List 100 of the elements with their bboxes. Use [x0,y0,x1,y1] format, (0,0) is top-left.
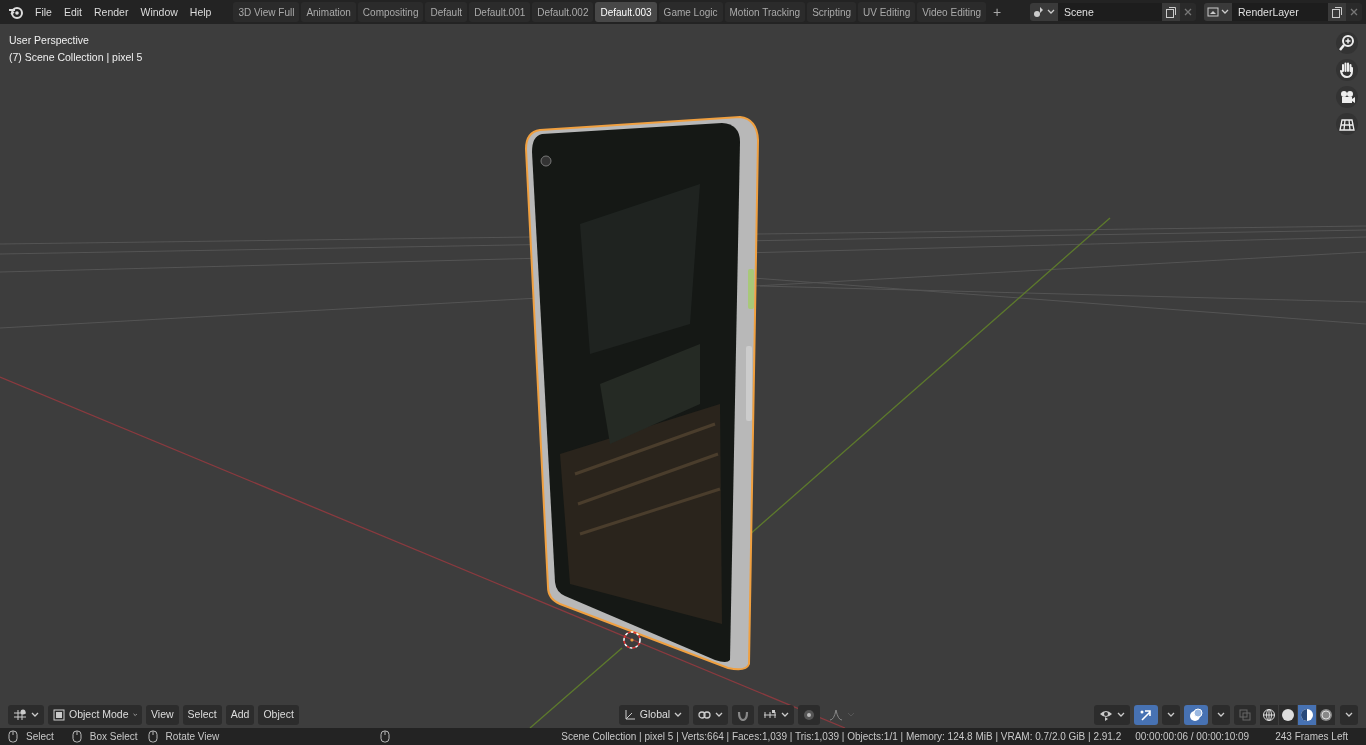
camera-icon[interactable] [1336,86,1358,108]
caret-icon [1047,9,1055,15]
workspace-tab[interactable]: Game Logic [658,2,723,22]
scene-icon [1033,6,1045,18]
close-icon [1350,8,1358,16]
snap-toggle[interactable] [731,705,754,725]
proportional-edit-toggle[interactable] [797,705,820,725]
caret-icon [714,712,723,718]
add-workspace-button[interactable]: + [988,2,1007,22]
view-layer-field[interactable]: RenderLayer [1232,3,1328,21]
zoom-icon[interactable] [1336,32,1358,54]
xray-icon [1239,709,1251,721]
editor-type-selector[interactable] [8,705,44,725]
close-button[interactable] [1180,3,1196,21]
wireframe-sphere-icon [1262,708,1276,722]
grid-icon[interactable] [1336,113,1358,135]
header-menu[interactable]: Object [258,705,299,725]
axes-icon [623,709,636,721]
caret-icon [31,712,39,718]
workspace-tab[interactable]: Scripting [807,2,857,22]
shading-button[interactable] [1260,705,1278,725]
header-menu[interactable]: Add [225,705,255,725]
gizmo-toggle[interactable] [1134,705,1158,725]
workspace-tab[interactable]: Animation [301,2,356,22]
close-button[interactable] [1346,3,1362,21]
frames-left: 243 Frames Left [1275,730,1348,744]
collection-label: (7) Scene Collection | pixel 5 [9,50,143,65]
shading-button[interactable] [1298,705,1316,725]
scene-selector[interactable] [1030,3,1058,21]
falloff-curve-icon [828,709,843,721]
shading-button[interactable] [1317,705,1335,725]
workspace-tab[interactable]: Default [425,2,468,22]
mouse-icon [71,730,82,743]
view-layer-icon [1207,6,1219,18]
visibility-dropdown[interactable] [1094,705,1130,725]
mouse-icon [147,730,158,743]
caret-icon [674,712,683,718]
pivot-dropdown[interactable] [692,705,728,725]
caret-icon [1345,712,1353,718]
caret-icon [132,712,137,718]
caret-dropdown[interactable] [1340,705,1358,725]
square-icon [53,709,65,721]
solid-sphere-icon [1281,708,1295,722]
hint-label: Rotate View [165,730,220,744]
overlay-icon [1189,708,1203,722]
caret-icon [846,712,855,718]
copy-button[interactable] [1162,3,1180,21]
half-shaded-sphere-icon [1300,708,1314,722]
caret-icon [780,712,789,718]
workspace-tab[interactable]: Default.003 [595,2,657,22]
menu-item[interactable]: Help [183,0,218,24]
mouse-icon [8,730,18,743]
view-layer-selector[interactable] [1204,3,1232,21]
hint-label: Select [26,730,54,744]
workspace-tab[interactable]: Default.002 [532,2,594,22]
overlay-toggle[interactable] [1184,705,1208,725]
header-menu[interactable]: View [146,705,179,725]
menu-item[interactable]: Render [88,0,135,24]
caret-icon [1117,712,1125,718]
editor-type-icon [13,709,27,721]
mode-dropdown[interactable]: Object Mode [48,705,142,725]
caret-icon [1167,712,1175,718]
workspace-tab[interactable]: Compositing [357,2,424,22]
menu-item[interactable]: File [29,0,58,24]
menu-item[interactable]: Window [134,0,184,24]
snap-target-dropdown[interactable] [757,705,794,725]
close-icon [1184,8,1192,16]
hand-icon[interactable] [1336,59,1358,81]
menu-item[interactable]: Edit [57,0,88,24]
caret-icon [1217,712,1225,718]
origin-icon [623,631,641,649]
caret-dropdown[interactable] [1162,705,1180,725]
orientation-dropdown[interactable]: Global [618,705,689,725]
eye-icon [1099,709,1113,721]
magnet-icon [736,709,749,721]
perspective-label: User Perspective [9,33,90,48]
mouse-icon [380,730,391,743]
workspace-tab[interactable]: Video Editing [917,2,987,22]
copy-button[interactable] [1328,3,1346,21]
playback-time: 00:00:00:06 / 00:00:10:09 [1135,730,1250,744]
mode-label: Object Mode [69,707,129,723]
scene-field[interactable]: Scene [1058,3,1162,21]
workspace-tab[interactable]: UV Editing [858,2,916,22]
pivot-icon [697,709,711,721]
copy-icon [1332,6,1342,18]
logo-icon[interactable] [7,4,25,20]
header-menu[interactable]: Select [182,705,222,725]
xray-toggle[interactable] [1234,705,1256,725]
snap-target-icon [762,710,777,720]
workspace-tab[interactable]: Motion Tracking [724,2,806,22]
caret-icon [1221,9,1229,15]
copy-icon [1166,6,1176,18]
caret-dropdown[interactable] [1212,705,1230,725]
shading-button[interactable] [1279,705,1297,725]
proportional-edit-icon [802,709,815,721]
rendered-sphere-icon [1319,708,1333,722]
hint-label: Box Select [89,730,138,744]
scene-statistics: Scene Collection | pixel 5 | Verts:664 | Faces:1,039 | Tris:1,039 | Objects:1/1 | Memory: 124.8 MiB | VRAM: 0.7/2.0 GiB | 2.91.2 [561,730,1122,744]
workspace-tab[interactable]: 3D View Full [233,2,300,22]
workspace-tab[interactable]: Default.001 [469,2,531,22]
